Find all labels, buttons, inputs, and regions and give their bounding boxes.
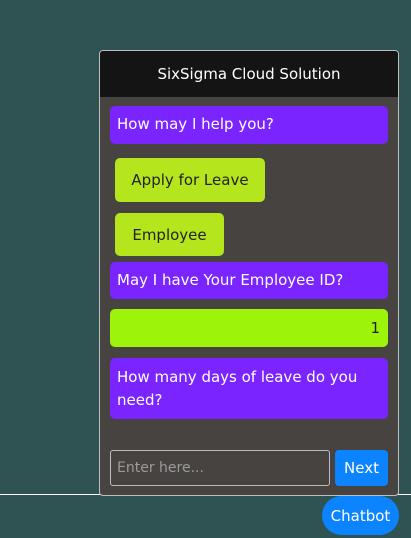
apply-for-leave-button[interactable]: Apply for Leave xyxy=(115,158,265,202)
option-label: Apply for Leave xyxy=(131,171,249,189)
bot-message-leave-days: How many days of leave do you need? xyxy=(110,358,388,419)
bot-message-greeting: How may I help you? xyxy=(110,106,388,144)
option-label: Employee xyxy=(132,225,207,244)
chatbot-toggle-button[interactable]: Chatbot xyxy=(322,496,399,535)
chat-header: SixSigma Cloud Solution xyxy=(100,51,398,97)
next-button[interactable]: Next xyxy=(335,450,388,486)
bot-message-employee-id: May I have Your Employee ID? xyxy=(110,262,388,299)
user-reply-text: 1 xyxy=(370,319,380,337)
chatbot-toggle-label: Chatbot xyxy=(330,506,391,525)
bot-message-text: May I have Your Employee ID? xyxy=(117,271,344,289)
next-button-label: Next xyxy=(344,459,379,477)
user-reply-message: 1 xyxy=(110,309,388,347)
message-input[interactable] xyxy=(110,450,330,486)
chat-window: SixSigma Cloud Solution How may I help y… xyxy=(99,50,399,496)
bot-message-text: How may I help you? xyxy=(117,115,274,133)
employee-button[interactable]: Employee xyxy=(115,213,224,256)
chat-title: SixSigma Cloud Solution xyxy=(157,65,341,83)
bot-message-text: How many days of leave do you need? xyxy=(117,368,358,409)
